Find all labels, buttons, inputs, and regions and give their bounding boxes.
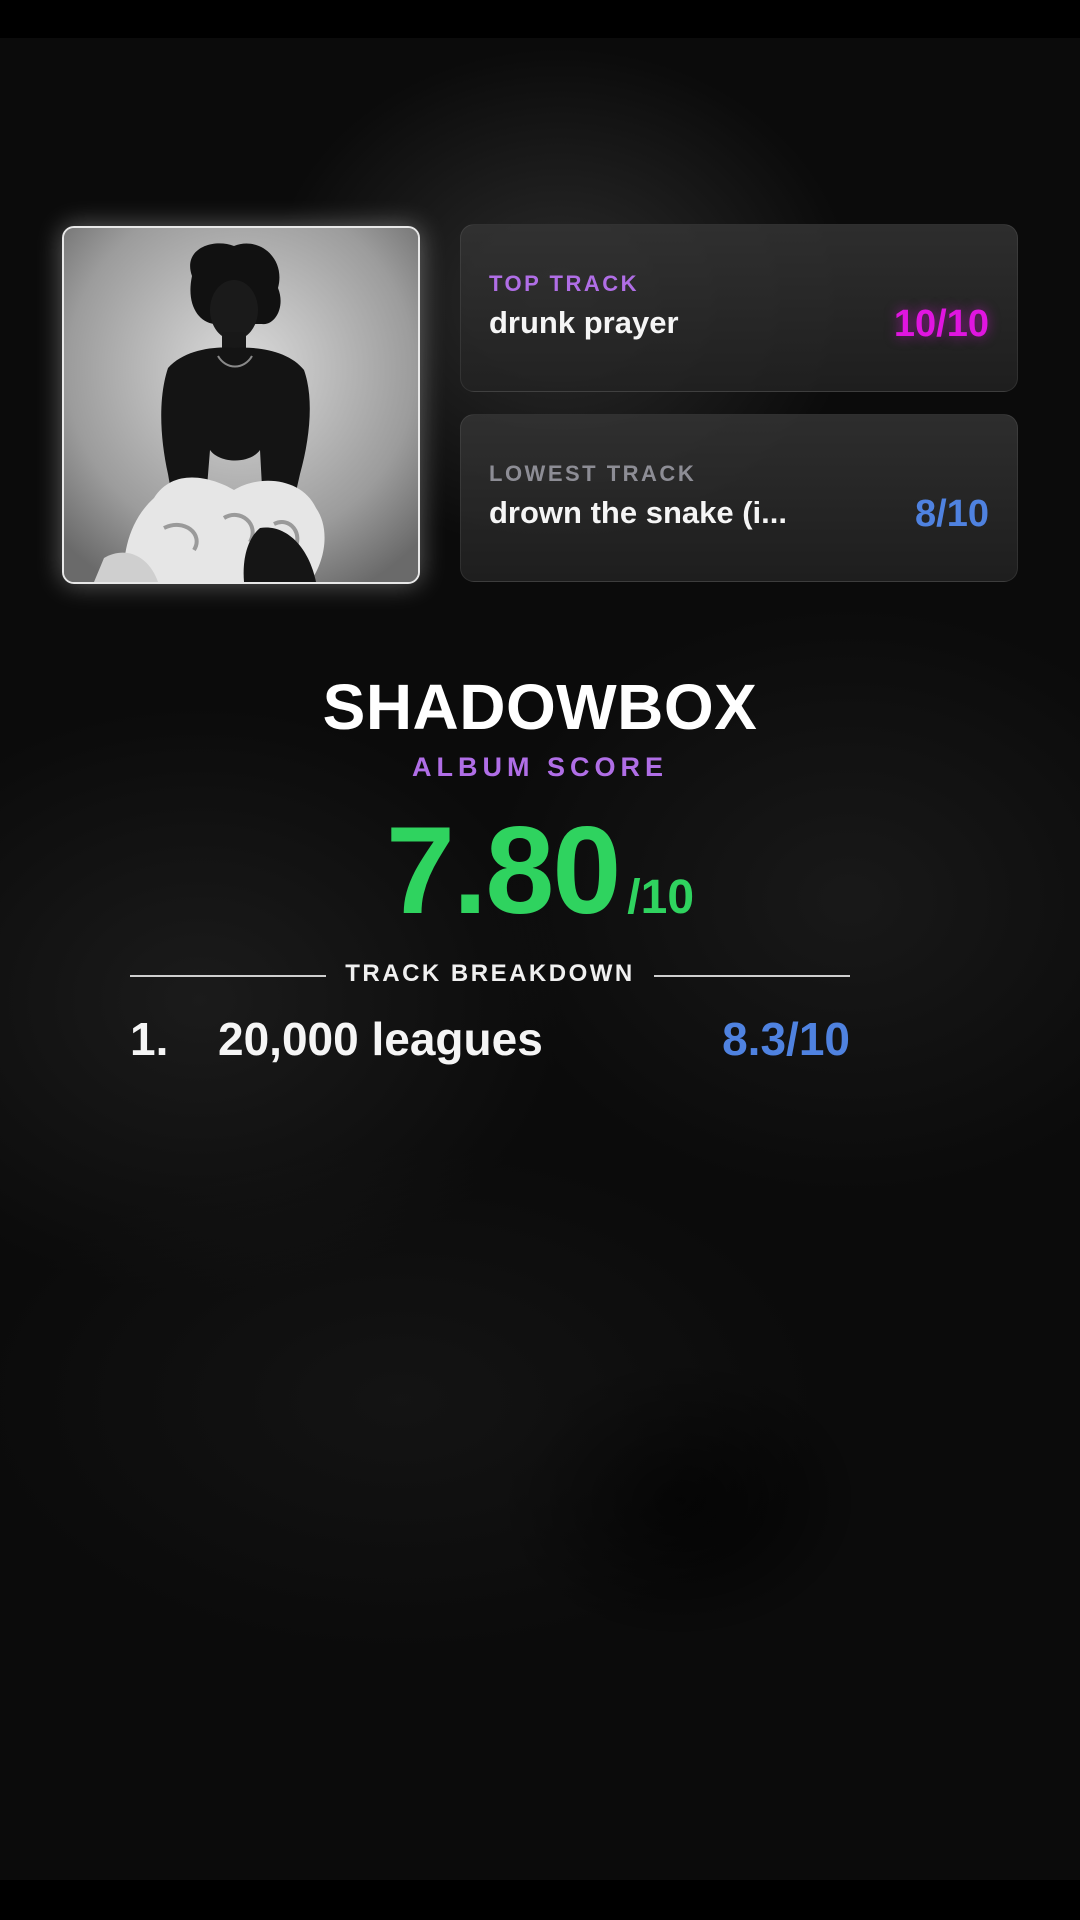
album-title: SHADOWBOX bbox=[322, 671, 758, 743]
top-track-card[interactable]: TOP TRACK drunk prayer 10/10 bbox=[460, 224, 1018, 392]
track-score: 8.3/10 bbox=[722, 1013, 850, 1065]
album-score: 7.80/10 bbox=[0, 800, 1080, 942]
track-name: 20,000 leagues bbox=[218, 1013, 543, 1065]
navigation-bar bbox=[0, 1880, 1080, 1920]
lowest-track-card[interactable]: LOWEST TRACK drown the snake (i... 8/10 bbox=[460, 414, 1018, 582]
breakdown-divider-left bbox=[130, 975, 326, 977]
track-breakdown-heading: TRACK BREAKDOWN bbox=[345, 960, 635, 987]
track-number: 1. bbox=[130, 1013, 169, 1065]
track-row[interactable]: 1. 20,000 leagues 8.3/10 bbox=[130, 1012, 850, 1072]
album-score-max: /10 bbox=[627, 871, 695, 924]
lowest-track-label: LOWEST TRACK bbox=[489, 461, 697, 486]
album-score-value: 7.80 bbox=[385, 802, 621, 940]
album-score-screen: TOP TRACK drunk prayer 10/10 LOWEST TRAC… bbox=[0, 0, 1080, 1920]
album-cover-image bbox=[62, 226, 420, 584]
top-track-score: 10/10 bbox=[893, 303, 989, 345]
status-bar bbox=[0, 0, 1080, 38]
breakdown-divider-right bbox=[654, 975, 850, 977]
top-track-name: drunk prayer bbox=[489, 305, 679, 340]
album-score-label: ALBUM SCORE bbox=[412, 752, 668, 782]
lowest-track-name: drown the snake (i... bbox=[489, 495, 787, 530]
top-track-label: TOP TRACK bbox=[489, 271, 640, 296]
lowest-track-score: 8/10 bbox=[915, 493, 989, 535]
